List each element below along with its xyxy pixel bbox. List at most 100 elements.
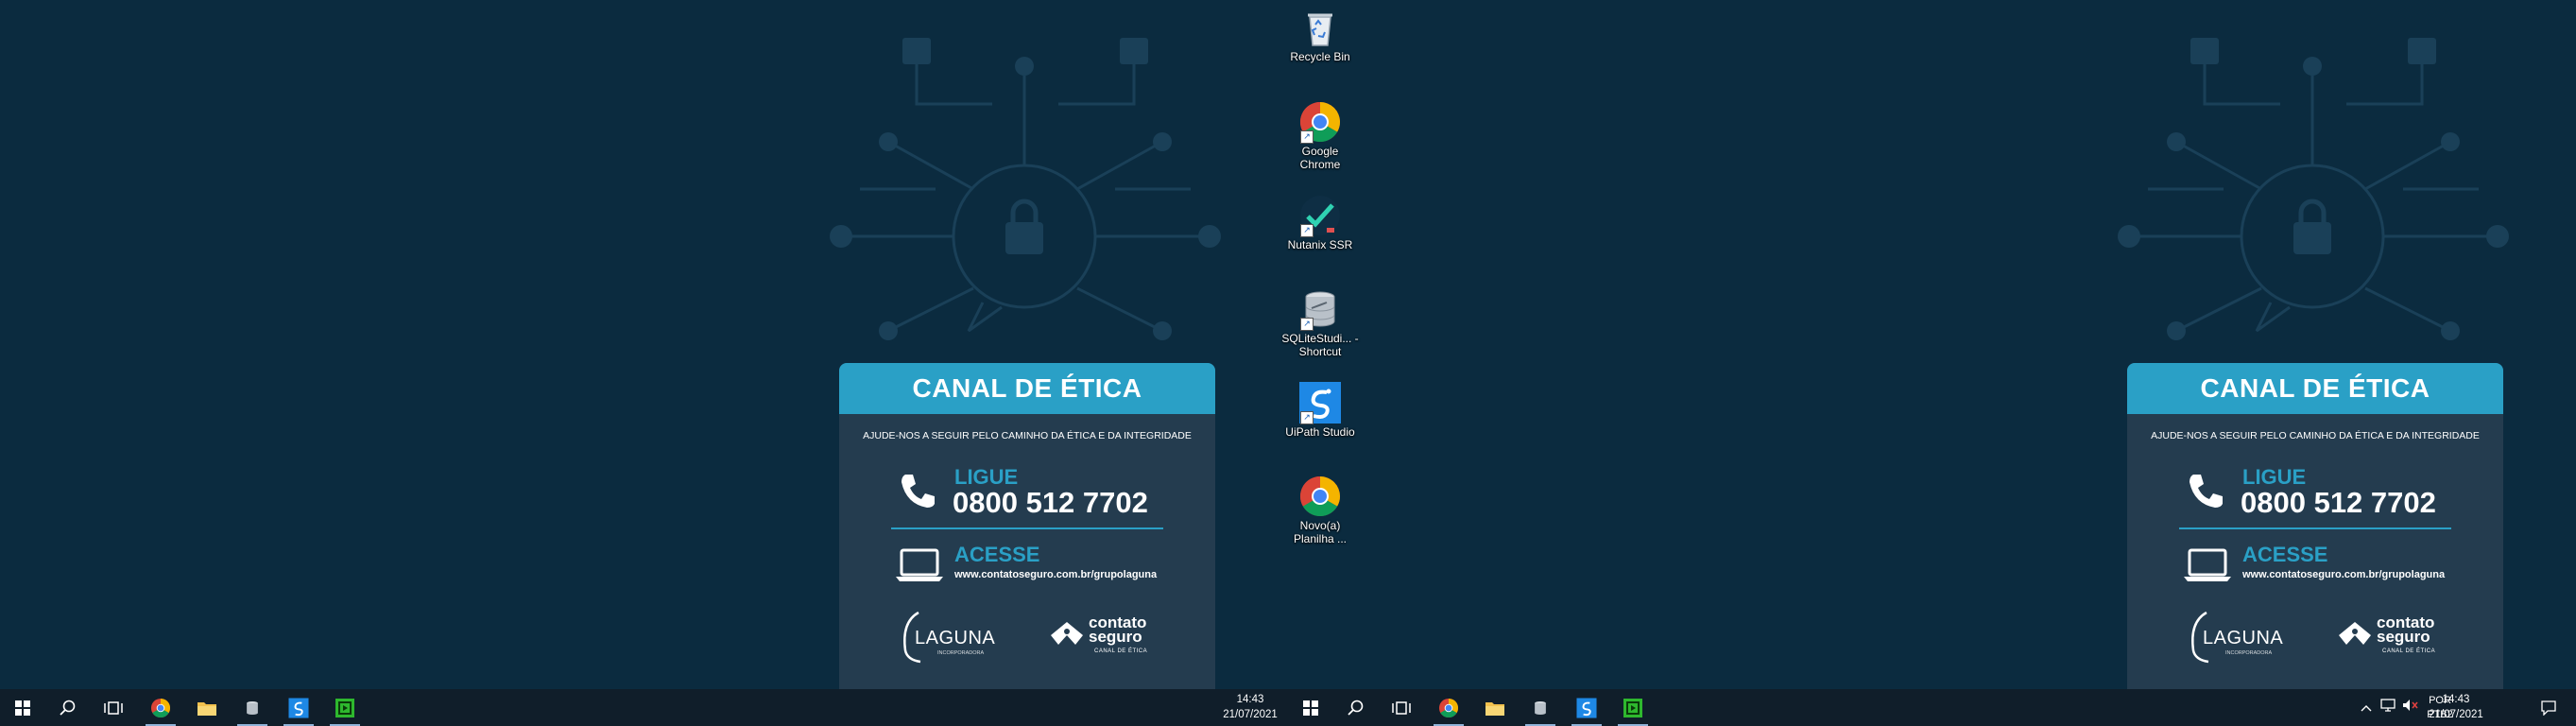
start-button[interactable] [0,689,45,726]
phone-section: LIGUE 0800 512 7702 [896,461,1170,519]
desktop-icon-nutanix-ssr[interactable]: ↗ Nutanix SSR [1280,194,1360,251]
contato-seguro-logo-mark [1051,622,1083,645]
contato-seguro-line2: seguro [2377,628,2430,646]
poster-subtitle: AJUDE-NOS A SEGUIR PELO CAMINHO DA ÉTICA… [863,430,1192,441]
taskbar-uipath[interactable] [1564,689,1609,726]
taskbar-sqlitestudio[interactable] [230,689,275,726]
wallpaper-illustration [803,19,1288,369]
phone-section: LIGUE 0800 512 7702 [2184,461,2458,519]
ethics-channel-poster: CANAL DE ÉTICA AJUDE-NOS A SEGUIR PELO C… [839,363,1215,689]
database-icon [1535,700,1546,715]
desktop-icon-uipath-studio[interactable]: ↗ UiPath Studio [1280,381,1360,439]
web-label: ACESSE [954,543,1040,566]
task-view-button[interactable] [91,689,136,726]
clock-time: 14:43 [1236,694,1264,705]
clock-date: 21/07/2021 [1223,709,1278,720]
desktop-icon-label: Recycle Bin [1290,50,1350,63]
uipath-icon [288,697,309,718]
uipath-icon: ↗ [1298,381,1342,424]
desktop-icon-new-spreadsheet[interactable]: Novo(a) Planilha ... [1280,475,1360,545]
shortcut-arrow-icon: ↗ [1300,318,1314,331]
right-monitor-desktop: CANAL DE ÉTICA AJUDE-NOS A SEGUIR PELO C… [1288,0,2576,726]
folder-icon [1485,701,1504,716]
task-view-icon [104,700,123,715]
laguna-logo-tag: INCORPORADORA [937,650,985,656]
laguna-logo: LAGUNA INCORPORADORA [898,609,1002,666]
chrome-icon [1438,698,1459,717]
website-section: ACESSE www.contatoseguro.com.br/grupolag… [2182,543,2465,590]
chrome-icon [150,698,171,717]
web-label: ACESSE [2242,543,2328,566]
database-icon: ↗ [1298,287,1342,331]
website-section: ACESSE www.contatoseguro.com.br/grupolag… [894,543,1177,590]
contato-seguro-logo: contato seguro CANAL DE ÉTICA [1049,614,1162,662]
phone-icon [2190,475,2223,508]
green-app-icon [335,698,354,717]
green-app-icon [1623,698,1642,717]
chrome-icon [1298,475,1342,518]
desktop-icon-label: Google Chrome [1299,145,1341,171]
shortcut-arrow-icon: ↗ [1300,130,1314,144]
database-icon [247,700,258,715]
contato-seguro-tag: CANAL DE ÉTICA [1094,648,1148,654]
poster-title: CANAL DE ÉTICA [839,363,1215,414]
shortcut-arrow-icon: ↗ [1300,224,1314,237]
notification-icon [2541,700,2556,716]
phone-number: 0800 512 7702 [953,486,1148,519]
uipath-icon [1576,697,1597,718]
laguna-logo-text: LAGUNA [2203,628,2284,648]
search-button[interactable] [45,689,91,726]
left-monitor-desktop: CANAL DE ÉTICA AJUDE-NOS A SEGUIR PELO C… [0,0,1288,726]
desktop-icon-label: SQLiteStudi... - Shortcut [1281,332,1359,358]
folder-icon [197,701,216,716]
taskbar-green-app[interactable] [1610,689,1656,726]
search-icon [60,700,76,716]
clock-date: 21/07/2021 [2429,709,2483,720]
circuit-lock-illustration [2118,38,2509,340]
contato-seguro-line2: seguro [1089,628,1142,646]
laguna-logo-text: LAGUNA [915,628,996,648]
search-button[interactable] [1333,689,1379,726]
taskbar-file-explorer[interactable] [1472,689,1518,726]
chevron-up-icon [2361,704,2372,711]
desktop-icon-label: Novo(a) Planilha ... [1293,519,1348,545]
clock-time: 14:43 [2442,694,2470,705]
desktop-icon-label: UiPath Studio [1285,425,1355,439]
task-view-icon [1392,700,1411,715]
web-url: www.contatoseguro.com.br/grupolaguna [2242,569,2446,580]
desktop-icon-sqlitestudio[interactable]: ↗ SQLiteStudi... - Shortcut [1280,287,1360,358]
contato-seguro-logo-mark [2339,622,2371,645]
ethics-channel-poster: CANAL DE ÉTICA AJUDE-NOS A SEGUIR PELO C… [2127,363,2503,689]
clock-left[interactable]: 14:43 21/07/2021 [1212,692,1288,722]
show-hidden-icons-button[interactable] [2356,700,2377,717]
taskbar-left: 14:43 21/07/2021 [0,689,1288,726]
taskbar-chrome[interactable] [1426,689,1471,726]
desktop-icon-label: Nutanix SSR [1287,238,1353,251]
contato-seguro-logo: contato seguro CANAL DE ÉTICA [2337,614,2450,662]
taskbar-file-explorer[interactable] [184,689,230,726]
taskbar-sqlitestudio[interactable] [1518,689,1563,726]
windows-logo-icon [1303,700,1318,716]
taskbar-green-app[interactable] [322,689,368,726]
laguna-logo-tag: INCORPORADORA [2225,650,2273,656]
network-button[interactable] [2377,699,2399,717]
clock-right[interactable]: 14:43 21/07/2021 [2418,692,2494,722]
start-button[interactable] [1288,689,1333,726]
web-url: www.contatoseguro.com.br/grupolaguna [954,569,1158,580]
desktop-icon-google-chrome[interactable]: ↗ Google Chrome [1280,100,1360,171]
shortcut-arrow-icon: ↗ [1300,411,1314,424]
nutanix-icon: ↗ [1298,194,1342,237]
taskbar-right: POR PTB2 14:43 21/07/2021 [1288,689,2576,726]
wallpaper-illustration [2091,19,2576,369]
phone-icon [902,475,935,508]
windows-logo-icon [15,700,30,716]
taskbar-uipath[interactable] [276,689,321,726]
laptop-icon [896,548,943,581]
poster-subtitle: AJUDE-NOS A SEGUIR PELO CAMINHO DA ÉTICA… [2151,430,2480,441]
action-center-button[interactable] [2526,689,2571,726]
phone-number: 0800 512 7702 [2241,486,2436,519]
task-view-button[interactable] [1379,689,1424,726]
taskbar-chrome[interactable] [138,689,183,726]
poster-divider [2179,527,2451,529]
desktop-icon-recycle-bin[interactable]: Recycle Bin [1280,6,1360,63]
